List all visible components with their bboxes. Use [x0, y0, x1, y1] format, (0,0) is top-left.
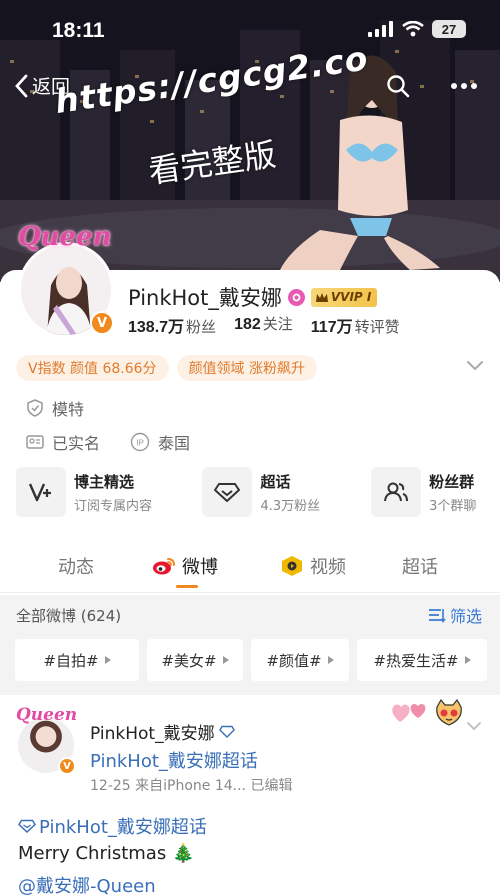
field-trend-tag[interactable]: 颜值领域 涨粉飙升 — [176, 355, 318, 381]
verified-badge-icon: V — [58, 757, 76, 775]
profile-avatar-group[interactable]: Queen V — [14, 222, 118, 340]
entry-subtitle: 订阅专属内容 — [74, 498, 153, 514]
feature-entries: 博主精选 订阅专属内容 超话 4.3万粉丝 粉丝群 3个群聊 — [16, 466, 500, 522]
entry-subtitle: 4.3万粉丝 — [260, 498, 321, 514]
vvip-label: VVIP I — [330, 290, 372, 304]
id-card-icon — [26, 435, 44, 449]
weibo-post[interactable]: Queen V PinkHot_戴安娜 PinkHot_戴安娜超话 12-25 … — [0, 697, 500, 895]
video-icon — [282, 556, 302, 576]
stat-label: 转评赞 — [354, 318, 400, 336]
search-icon[interactable] — [386, 74, 410, 98]
stat-label: 粉丝 — [186, 318, 217, 336]
crown-icon — [315, 292, 328, 302]
ip-location-icon: IP — [130, 432, 150, 452]
filter-bar: 全部微博 (624) 筛选 #自拍# #美女# #颜值# #热爱生活# — [0, 595, 500, 695]
topic-chip[interactable]: #自拍# — [15, 639, 139, 681]
chevron-left-icon — [15, 74, 28, 97]
tab-activity[interactable]: 动态 — [58, 553, 94, 579]
profile-tabs: 动态 微博 视频 超话 — [0, 545, 500, 593]
post-topic-tag[interactable]: PinkHot_戴安娜超话 — [18, 813, 207, 839]
triangle-right-icon — [104, 656, 111, 664]
tab-weibo-label: 微博 — [182, 557, 218, 578]
v-plus-icon — [16, 467, 66, 517]
tab-video[interactable]: 视频 — [280, 553, 346, 579]
svg-text:IP: IP — [136, 439, 144, 448]
v-index-tag[interactable]: V指数 颜值 68.66分 — [16, 355, 169, 381]
chevron-down-icon[interactable] — [466, 359, 484, 371]
entry-title: 博主精选 — [74, 472, 135, 491]
topic-chips: #自拍# #美女# #颜值# #热爱生活# — [15, 639, 487, 681]
stat-followers[interactable]: 138.7万 粉丝 — [128, 313, 216, 337]
cat-sticker-icon — [436, 699, 462, 726]
location-text: 泰国 — [158, 434, 191, 453]
entry-title: 粉丝群 — [429, 472, 475, 491]
diamond-icon — [202, 467, 253, 517]
entry-supertopic[interactable]: 超话 4.3万粉丝 — [202, 466, 361, 518]
battery-indicator: 27 — [432, 20, 466, 38]
diamond-icon — [218, 725, 235, 738]
profile-name: PinkHot_戴安娜 — [128, 286, 282, 310]
queen-tag: Queen — [18, 222, 112, 252]
signal-icon — [368, 21, 393, 37]
topic-chip-label: #美女# — [161, 651, 217, 670]
stat-label: 关注 — [262, 315, 293, 333]
post-supertopic-link[interactable]: PinkHot_戴安娜超话 — [90, 747, 258, 773]
more-icon[interactable] — [450, 82, 478, 90]
tab-video-label: 视频 — [310, 557, 346, 578]
filter-icon — [428, 609, 446, 623]
tab-weibo[interactable]: 微博 — [152, 553, 218, 579]
post-decoration — [390, 699, 464, 727]
identity-location-line: 已实名 IP 泰国 — [26, 430, 190, 454]
heart-balloon-icon — [392, 704, 426, 722]
filter-label: 筛选 — [449, 607, 482, 626]
status-bar: 18:11 27 — [0, 0, 500, 60]
topic-chip-label: #热爱生活# — [373, 651, 459, 670]
topic-chip-label: #颜值# — [266, 651, 322, 670]
vvip-badge[interactable]: VVIP I — [310, 287, 378, 307]
triangle-right-icon — [222, 656, 229, 664]
topic-chip[interactable]: #颜值# — [251, 639, 349, 681]
triangle-right-icon — [464, 656, 471, 664]
member-badge-icon[interactable] — [287, 288, 305, 306]
post-mention[interactable]: @戴安娜-Queen — [18, 872, 156, 895]
stat-following[interactable]: 182 关注 — [234, 313, 293, 337]
post-avatar-group[interactable]: Queen V — [14, 705, 78, 775]
chevron-down-icon[interactable] — [466, 721, 482, 731]
topic-chip-label: #自拍# — [43, 651, 99, 670]
queen-tag: Queen — [16, 705, 78, 725]
verified-badge-icon: V — [90, 311, 114, 335]
topic-chip[interactable]: #热爱生活# — [357, 639, 487, 681]
shield-icon — [27, 399, 43, 417]
profile-stats: 138.7万 粉丝 182 关注 117万 转评赞 — [128, 313, 400, 337]
triangle-right-icon — [327, 656, 334, 664]
post-meta: 12-25 来自iPhone 14... 已编辑 — [90, 778, 293, 794]
entry-fan-group[interactable]: 粉丝群 3个群聊 — [371, 466, 500, 518]
diamond-icon — [18, 819, 36, 833]
stat-value: 182 — [234, 316, 261, 333]
wifi-icon — [402, 21, 424, 37]
stat-value: 117万 — [310, 319, 353, 336]
post-author-name: PinkHot_戴安娜 — [90, 724, 215, 744]
occupation-text: 模特 — [52, 400, 85, 419]
post-topic-tag-label: PinkHot_戴安娜超话 — [39, 817, 207, 838]
tab-supertopic[interactable]: 超话 — [402, 553, 438, 579]
occupation-line: 模特 — [26, 396, 84, 420]
verification-text: 已实名 — [52, 434, 101, 453]
weibo-logo-icon — [153, 558, 175, 575]
status-time: 18:11 — [52, 19, 105, 42]
topic-chip[interactable]: #美女# — [147, 639, 243, 681]
post-body-line: Merry Christmas 🎄 — [18, 843, 195, 864]
stat-interactions[interactable]: 117万 转评赞 — [311, 313, 400, 337]
entry-curated[interactable]: 博主精选 订阅专属内容 — [16, 466, 192, 518]
filter-button[interactable]: 筛选 — [428, 603, 482, 627]
stat-value: 138.7万 — [128, 319, 185, 336]
active-tab-indicator — [176, 585, 198, 588]
entry-subtitle: 3个群聊 — [429, 498, 477, 514]
all-weibo-count: 全部微博 (624) — [16, 607, 122, 625]
entry-title: 超话 — [260, 472, 291, 491]
group-icon — [371, 467, 422, 517]
post-author-row[interactable]: PinkHot_戴安娜 — [90, 719, 235, 744]
